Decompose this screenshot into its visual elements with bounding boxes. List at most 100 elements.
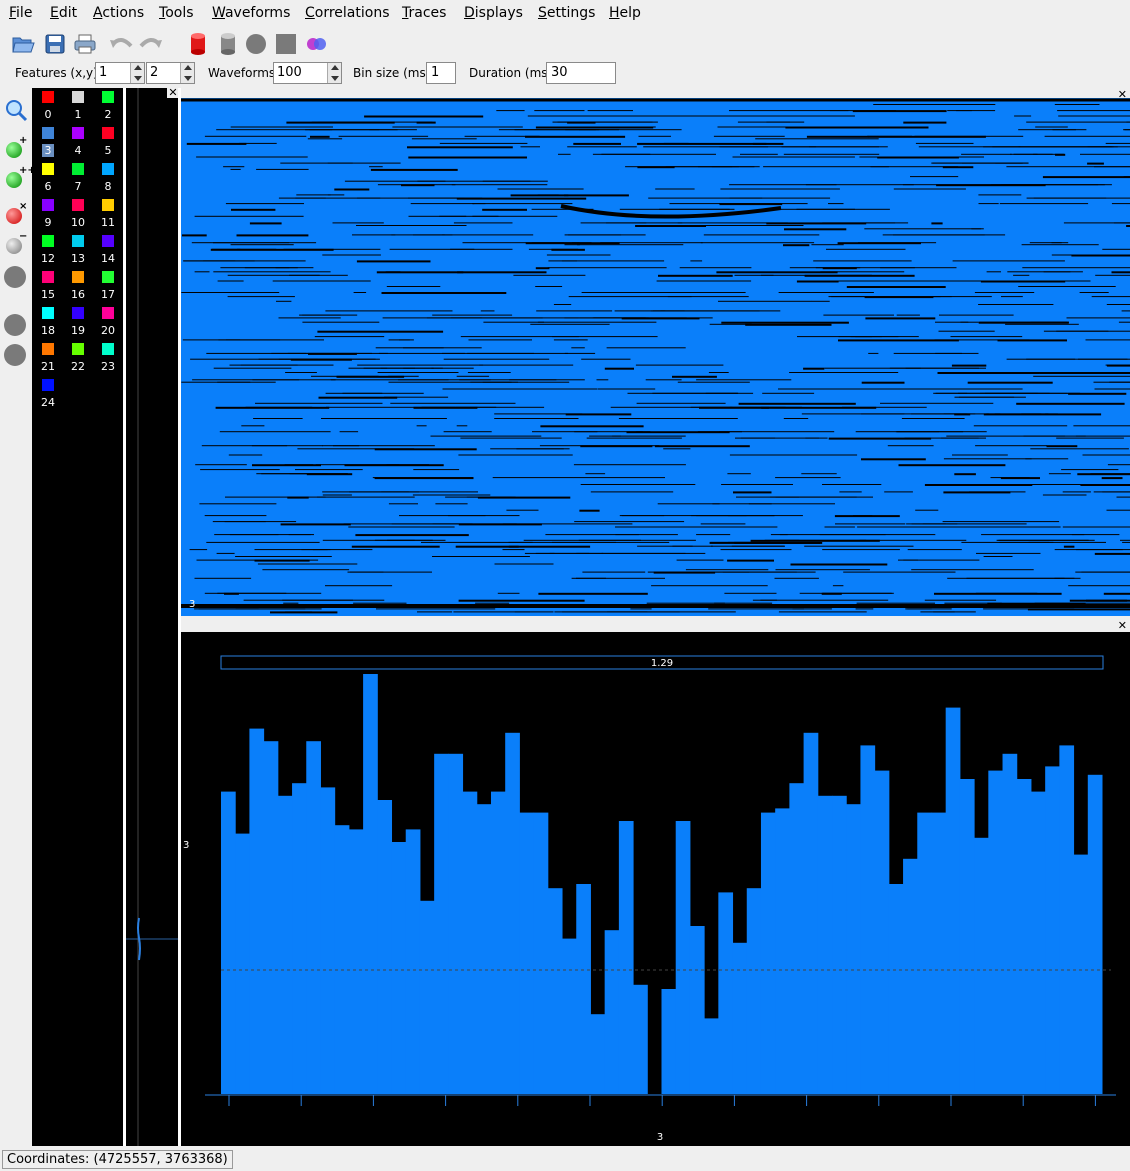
- raster-spike: [535, 126, 654, 129]
- raster-spike: [443, 358, 550, 360]
- venn-icon[interactable]: [304, 31, 330, 57]
- cluster-swatch-15[interactable]: 15: [33, 269, 63, 305]
- menu-settings[interactable]: Settings: [538, 5, 595, 21]
- add-cluster-icon[interactable]: +: [4, 135, 28, 162]
- menu-displays[interactable]: Displays: [464, 5, 523, 21]
- menu-actions[interactable]: Actions: [93, 5, 144, 21]
- duration-input[interactable]: 30: [546, 62, 616, 84]
- raster-spike: [727, 559, 774, 562]
- raster-display[interactable]: 3: [181, 98, 1130, 616]
- histogram-bar: [959, 779, 975, 1094]
- cluster-swatch-6[interactable]: 6: [33, 161, 63, 197]
- raster-spike: [579, 509, 600, 512]
- cluster-swatch-9[interactable]: 9: [33, 197, 63, 233]
- waveforms-spinbox[interactable]: 100: [273, 62, 342, 84]
- feature-y-arrows[interactable]: [180, 63, 194, 83]
- feature-x-spinbox[interactable]: 1: [95, 62, 145, 84]
- raster-spike: [199, 503, 277, 505]
- cluster-swatch-1[interactable]: 1: [63, 89, 93, 125]
- cluster-swatch-18[interactable]: 18: [33, 305, 63, 341]
- raster-spike: [235, 608, 259, 610]
- raster-spike: [564, 194, 629, 197]
- cluster-swatch-10[interactable]: 10: [63, 197, 93, 233]
- remove-cluster-icon[interactable]: −: [4, 231, 28, 258]
- cluster-swatch-13[interactable]: 13: [63, 233, 93, 269]
- raster-spike: [619, 515, 665, 517]
- redo-icon[interactable]: [138, 31, 164, 57]
- cluster-swatch-16[interactable]: 16: [63, 269, 93, 305]
- cluster-swatch-7[interactable]: 7: [63, 161, 93, 197]
- menu-tools[interactable]: Tools: [159, 5, 194, 21]
- cluster-swatch-17[interactable]: 17: [93, 269, 123, 305]
- undo-icon[interactable]: [108, 31, 134, 57]
- raster-spike: [432, 556, 530, 557]
- cluster-swatch-12[interactable]: 12: [33, 233, 63, 269]
- gray-square-icon[interactable]: [273, 31, 299, 57]
- raster-spike: [334, 188, 370, 191]
- histogram-bar: [562, 938, 577, 1094]
- cluster-number: 17: [101, 288, 115, 301]
- gray-circle-icon[interactable]: [243, 31, 269, 57]
- zoom-icon[interactable]: [4, 98, 28, 122]
- gray-tool-1-icon[interactable]: [4, 266, 28, 290]
- cluster-swatch-11[interactable]: 11: [93, 197, 123, 233]
- gray-tool-2-icon[interactable]: [4, 314, 28, 338]
- cluster-swatch-4[interactable]: 4: [63, 125, 93, 161]
- feature-x-arrows[interactable]: [130, 63, 144, 83]
- red-cylinder-icon[interactable]: [185, 31, 211, 57]
- raster-spike: [439, 215, 467, 217]
- menu-correlations[interactable]: Correlations: [305, 5, 390, 21]
- raster-spike: [748, 503, 835, 505]
- cluster-number: 9: [44, 216, 52, 229]
- close-icon[interactable]: ✕: [1118, 619, 1127, 632]
- raster-spike: [272, 280, 334, 282]
- add-multiple-clusters-icon[interactable]: ++: [4, 165, 36, 192]
- delete-cluster-icon[interactable]: ×: [4, 201, 28, 228]
- raster-spike: [938, 330, 995, 332]
- cluster-swatch-24[interactable]: 24: [33, 377, 63, 413]
- menu-waveforms[interactable]: Waveforms: [212, 5, 290, 21]
- cluster-swatch-0[interactable]: 0: [33, 89, 63, 125]
- cluster-swatch-3[interactable]: 3: [33, 125, 63, 161]
- histogram-bar: [604, 930, 620, 1094]
- raster-spike: [524, 552, 590, 554]
- cluster-swatch-5[interactable]: 5: [93, 125, 123, 161]
- raster-spike: [978, 321, 1069, 324]
- raster-spike: [721, 321, 849, 324]
- raster-spike: [1026, 121, 1130, 123]
- menu-traces[interactable]: Traces: [402, 5, 446, 21]
- cluster-swatch-22[interactable]: 22: [63, 341, 93, 377]
- raster-spike: [479, 364, 574, 366]
- gray-cylinder-icon[interactable]: [215, 31, 241, 57]
- cluster-swatch-8[interactable]: 8: [93, 161, 123, 197]
- menu-file[interactable]: File: [9, 5, 32, 21]
- raster-spike: [413, 469, 460, 471]
- raster-spike: [322, 494, 352, 496]
- cluster-swatch-23[interactable]: 23: [93, 341, 123, 377]
- open-folder-icon[interactable]: [10, 31, 36, 57]
- raster-spike: [201, 445, 323, 447]
- feature-y-spinbox[interactable]: 2: [146, 62, 195, 84]
- cluster-number: 20: [101, 324, 115, 337]
- histogram-display[interactable]: 1.29 3 3: [181, 632, 1130, 1146]
- raster-spike: [778, 611, 867, 613]
- raster-spike: [1094, 388, 1130, 390]
- cluster-swatch-2[interactable]: 2: [93, 89, 123, 125]
- waveforms-arrows[interactable]: [327, 63, 341, 83]
- cluster-swatch-20[interactable]: 20: [93, 305, 123, 341]
- cluster-swatch-19[interactable]: 19: [63, 305, 93, 341]
- save-icon[interactable]: [42, 31, 68, 57]
- print-icon[interactable]: [72, 31, 98, 57]
- menu-help[interactable]: Help: [609, 5, 641, 21]
- menu-edit[interactable]: Edit: [50, 5, 77, 21]
- gray-tool-3-icon[interactable]: [4, 344, 28, 368]
- waveform-strip[interactable]: [126, 88, 178, 1146]
- raster-spike: [604, 367, 634, 370]
- raster-spike: [482, 208, 527, 211]
- binsize-input[interactable]: 1: [426, 62, 456, 84]
- cluster-swatch-21[interactable]: 21: [33, 341, 63, 377]
- raster-spike: [514, 611, 530, 613]
- raster-spike: [336, 375, 405, 378]
- raster-spike: [213, 271, 331, 273]
- cluster-swatch-14[interactable]: 14: [93, 233, 123, 269]
